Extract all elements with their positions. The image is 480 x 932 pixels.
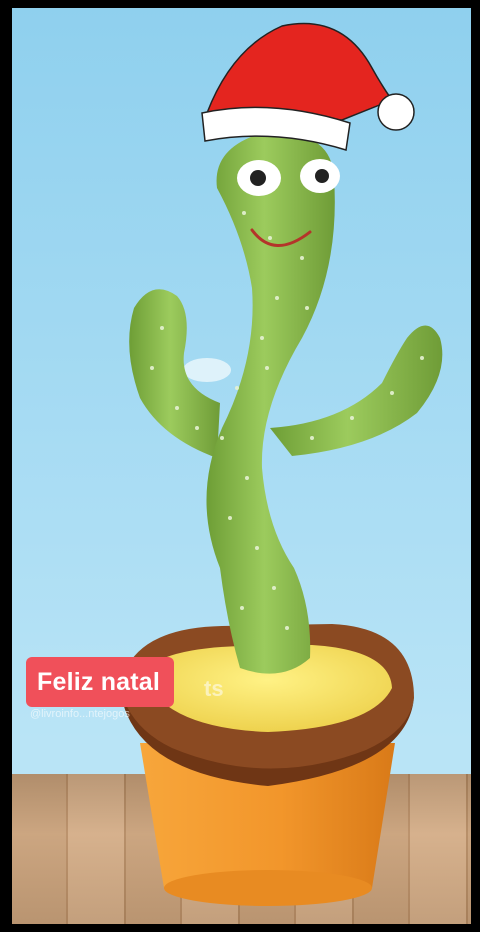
cactus-scene bbox=[120, 22, 443, 906]
caption-overflow-text: ts bbox=[204, 676, 224, 701]
cloud bbox=[183, 358, 231, 382]
watermark-handle: @livroinfo...ntejogos bbox=[30, 708, 130, 720]
caption-text: Feliz natal bbox=[37, 667, 161, 696]
santa-hat bbox=[201, 22, 415, 151]
game-viewport: ts bbox=[12, 8, 471, 924]
dancing-cactus bbox=[129, 132, 443, 674]
caption-banner: Feliz natal bbox=[26, 657, 175, 707]
